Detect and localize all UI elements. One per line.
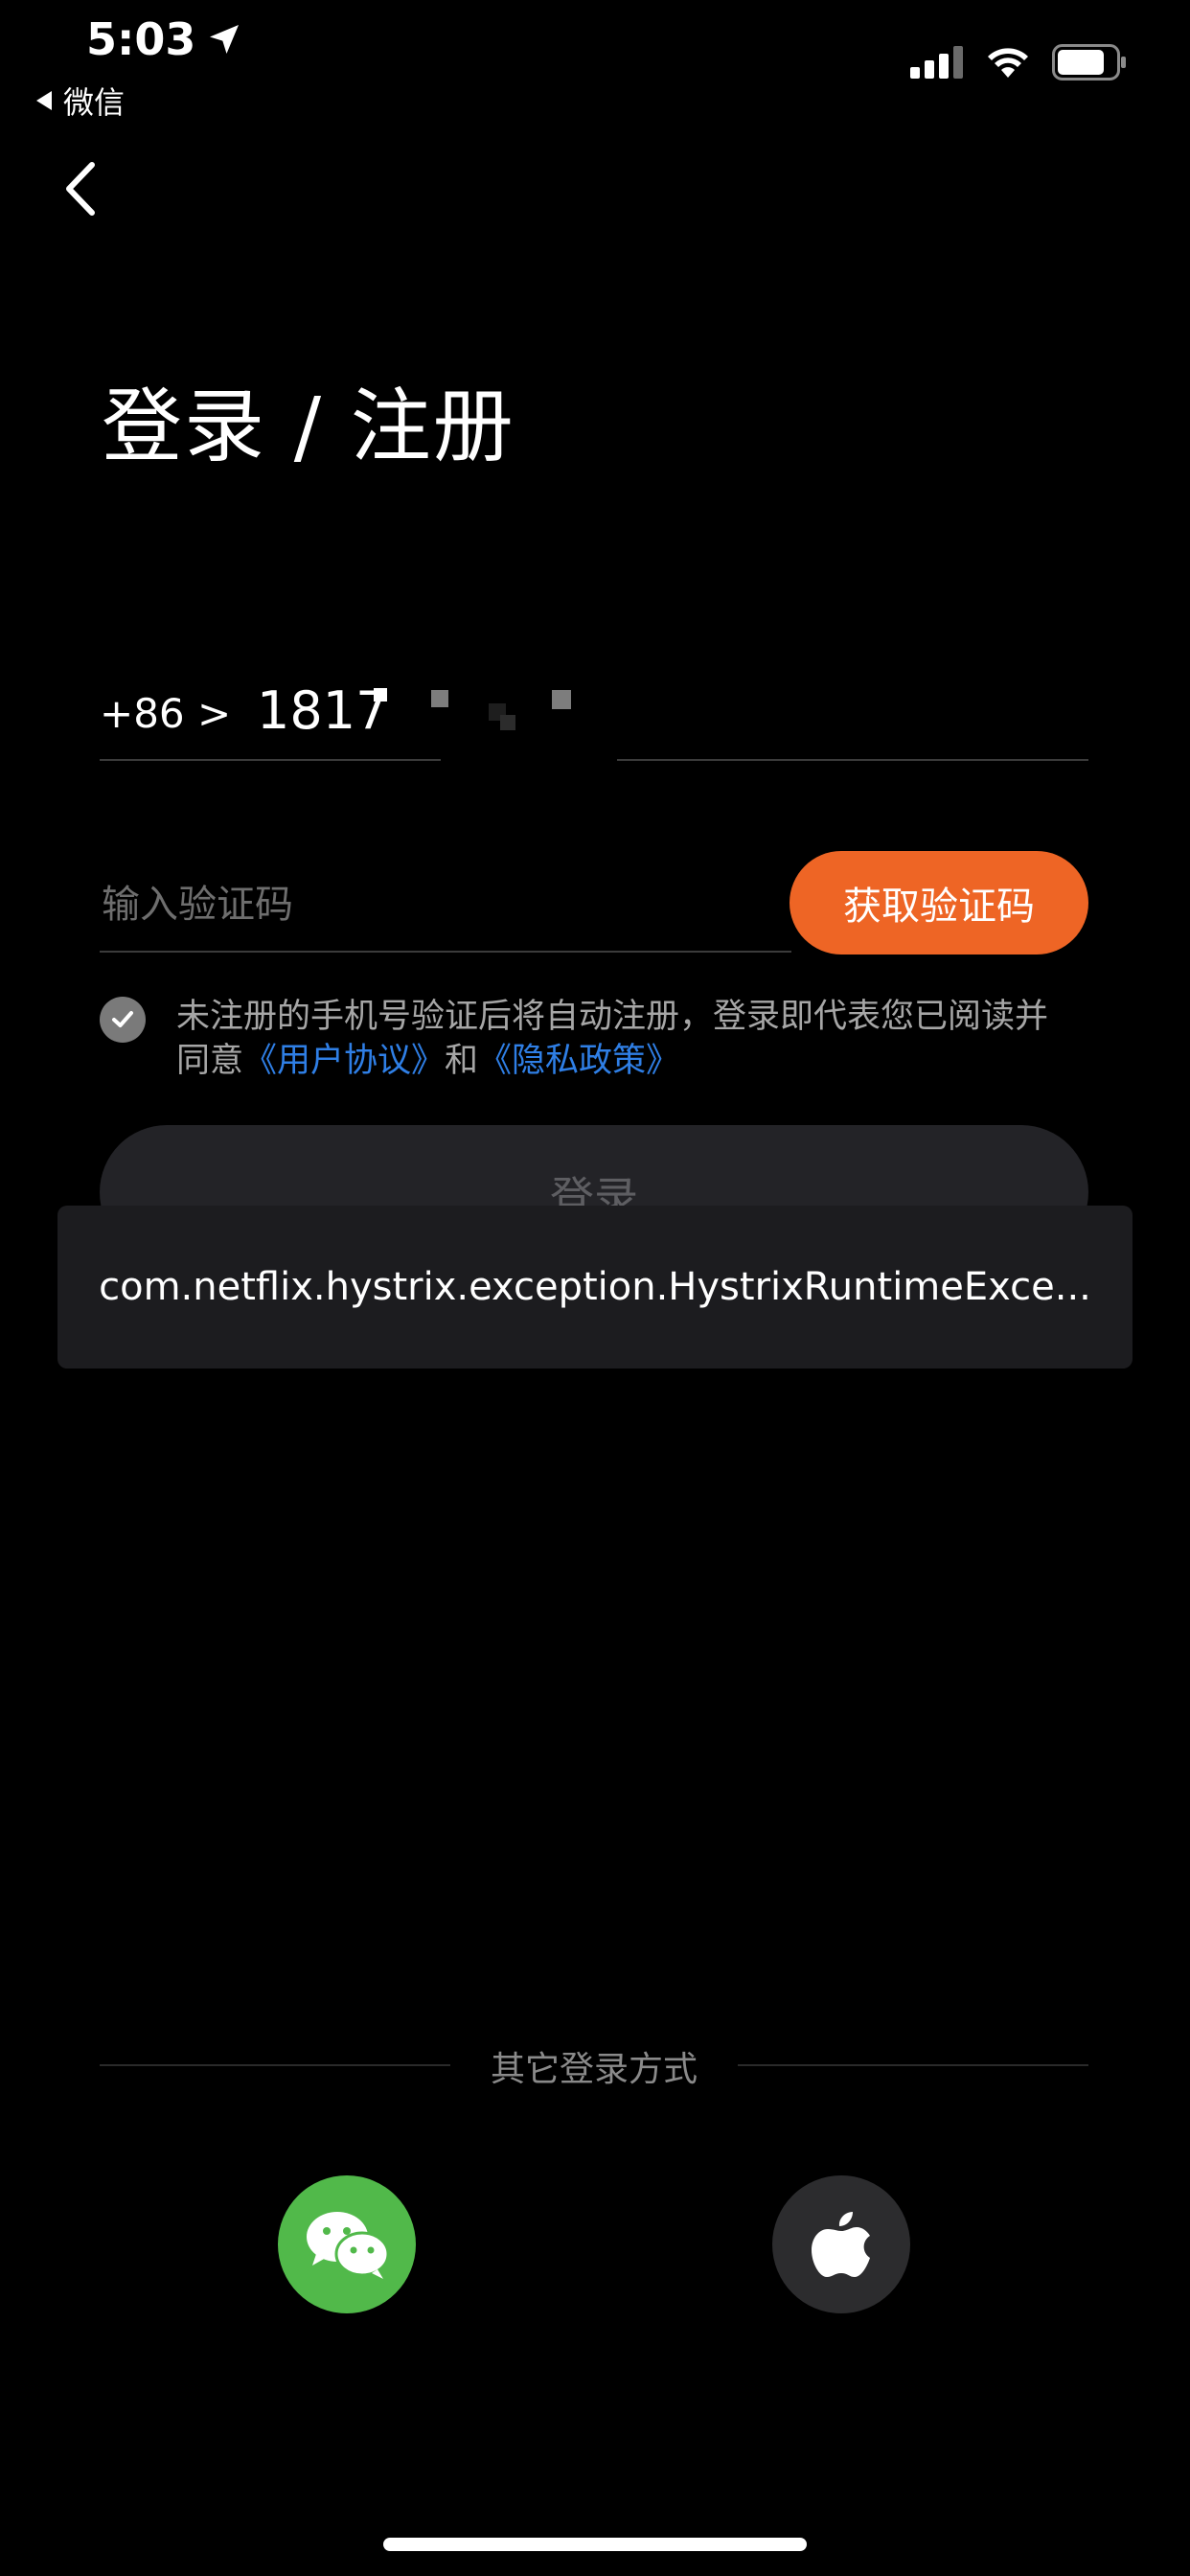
- code-underline: [100, 951, 791, 953]
- time-text: 5:03: [86, 13, 196, 65]
- check-icon: [112, 1011, 133, 1027]
- apple-login-button[interactable]: [772, 2175, 910, 2313]
- agreement-checkbox[interactable]: [100, 997, 146, 1043]
- wechat-icon: [307, 2212, 390, 2279]
- status-indicators: [910, 44, 1129, 80]
- back-app-label: 微信: [63, 84, 126, 121]
- back-arrow-icon[interactable]: [57, 159, 103, 218]
- back-to-app-link[interactable]: 微信: [34, 79, 125, 123]
- get-code-button[interactable]: 获取验证码: [790, 851, 1088, 954]
- toast-message: com.netflix.hystrix.exception.HystrixRun…: [99, 1265, 1091, 1309]
- back-triangle-icon: [36, 91, 52, 110]
- divider-right: [738, 2064, 1088, 2066]
- phone-underline-right: [617, 759, 1088, 761]
- apple-icon: [812, 2212, 870, 2277]
- divider-left: [100, 2064, 450, 2066]
- cellular-signal-icon: [910, 46, 963, 79]
- verification-code-input[interactable]: [100, 868, 793, 941]
- other-login-label: 其它登录方式: [490, 2050, 698, 2089]
- user-agreement-link[interactable]: 《用户协议》: [243, 1042, 445, 1080]
- home-indicator: [383, 2538, 807, 2551]
- battery-icon: [1052, 44, 1126, 80]
- wechat-login-button[interactable]: [278, 2175, 416, 2313]
- wifi-icon: [988, 48, 1028, 78]
- agreement-and: 和: [445, 1042, 479, 1080]
- country-code-selector[interactable]: +86 >: [100, 690, 231, 737]
- error-toast: com.netflix.hystrix.exception.HystrixRun…: [57, 1206, 1133, 1368]
- status-bar-time: 5:03: [86, 13, 243, 65]
- page-title: 登录 / 注册: [102, 380, 515, 473]
- agreement-text: 未注册的手机号验证后将自动注册，登录即代表您已阅读并同意《用户协议》和《隐私政策…: [176, 995, 1067, 1083]
- phone-input-row[interactable]: +86 > 1817: [100, 671, 1088, 761]
- location-arrow-icon: [210, 25, 240, 54]
- phone-mask-dot: [552, 690, 571, 709]
- phone-underline-left: [100, 759, 441, 761]
- phone-number-field[interactable]: 1817: [257, 680, 388, 741]
- phone-number-mask: [374, 688, 527, 730]
- privacy-policy-link[interactable]: 《隐私政策》: [478, 1042, 679, 1080]
